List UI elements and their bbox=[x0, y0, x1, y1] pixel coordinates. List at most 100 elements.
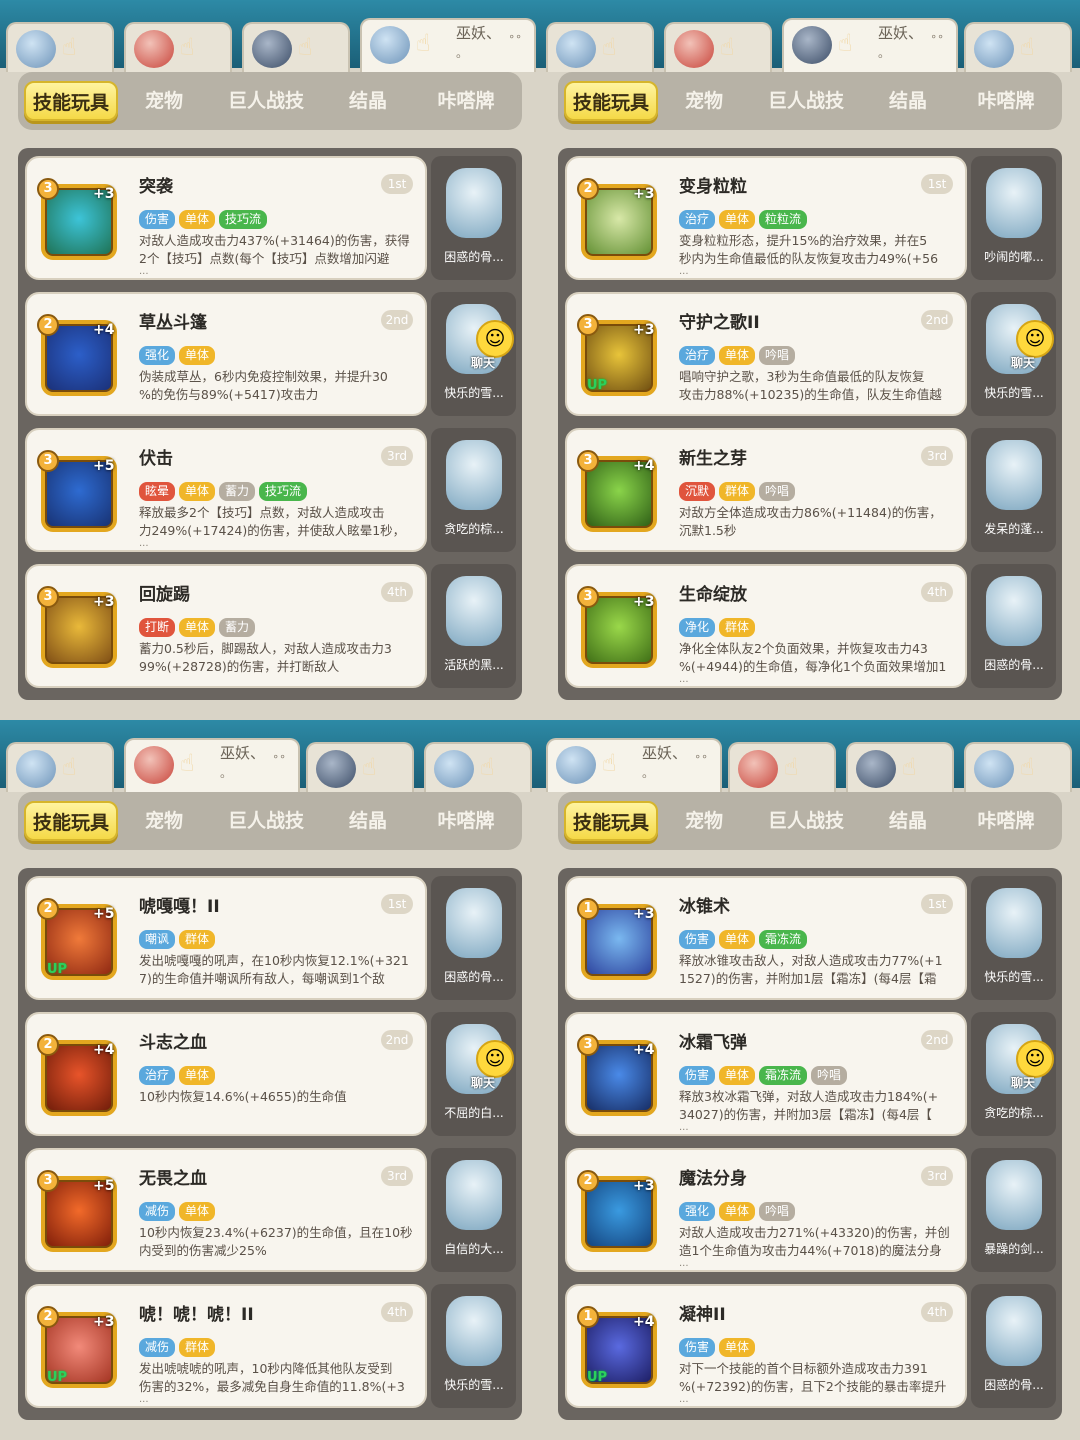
chat-emoji-icon[interactable]: ☺ bbox=[1016, 1040, 1054, 1078]
description-line: 净化全体队友2个负面效果，并恢复攻击力43 bbox=[679, 641, 928, 656]
description-line: 释放冰锥攻击敌人，对敌人造成攻击力77%(+1 bbox=[679, 953, 943, 968]
skill-card[interactable]: 2 +3 UP 唬！唬！唬！II 4th 减伤 群体 发出唬唬唬的吼声，10秒内降低其他队友受… bbox=[25, 1284, 427, 1408]
skill-card[interactable]: 3 +5 无畏之血 3rd 减伤 单体 10秒内恢复23.4%(+6237)的生命值，且在1… bbox=[25, 1148, 427, 1272]
character-tab[interactable]: ☝ bbox=[728, 742, 836, 792]
pet-image bbox=[986, 440, 1042, 510]
pet-slot[interactable]: 吵闹的嘟... bbox=[971, 156, 1056, 280]
skill-panel: ☝ 巫妖、。 ∘∘ ☝ ☝ ☝ 技能玩具 宠物 巨人战技 结晶 咔嗒牌 1 +3 冰锥术 1st 伤害 单体 霜冻… bbox=[540, 720, 1080, 1440]
pet-slot[interactable]: 快乐的雪... ☺ 聊天 bbox=[431, 292, 516, 416]
description-line: 10秒内恢复14.6%(+4655)的生命值 bbox=[139, 1089, 347, 1104]
character-tab[interactable]: ☝ bbox=[124, 22, 232, 72]
skill-card[interactable]: 3 +4 新生之芽 3rd 沉默 群体 吟唱 对敌方全体造成攻击力86%(+11484)的伤害… bbox=[565, 428, 967, 552]
character-tab[interactable]: ☝ bbox=[964, 22, 1072, 72]
pet-slot[interactable]: 贪吃的棕... ☺ 聊天 bbox=[971, 1012, 1056, 1136]
skill-tag: 强化 bbox=[139, 346, 176, 365]
chat-emoji-icon[interactable]: ☺ bbox=[476, 1040, 514, 1078]
description-line: 唱响守护之歌，3秒为生命值最低的队友恢复 bbox=[679, 369, 925, 384]
menu-tab[interactable]: 技能玩具 bbox=[24, 801, 118, 841]
skill-card[interactable]: 2 +4 草丛斗篷 2nd 强化 单体 伪装成草丛，6秒内免疫控制效果，并提升30 %的免伤与… bbox=[25, 292, 427, 416]
skill-tag: 单体 bbox=[179, 618, 216, 637]
pet-slot[interactable]: 困惑的骨... bbox=[971, 564, 1056, 688]
skill-card[interactable]: 3 +3 突袭 1st 伤害 单体 技巧流 对敌人造成攻击力437%(+31464)的伤害，获… bbox=[25, 156, 427, 280]
description-line: 10秒内恢复23.4%(+6237)的生命值，且在10秒 bbox=[139, 1225, 413, 1240]
menu-tab[interactable]: 技能玩具 bbox=[564, 801, 658, 841]
tap-hand-icon: ☝ bbox=[416, 29, 431, 57]
chat-label: 聊天 bbox=[1011, 356, 1036, 370]
pet-slot[interactable]: 困惑的骨... bbox=[971, 1284, 1056, 1408]
menu-tab[interactable]: 技能玩具 bbox=[24, 81, 118, 121]
description-line: 1527)的伤害，并附加1层【霜冻】(每4层【霜 bbox=[679, 971, 937, 986]
character-tab[interactable]: ☝ bbox=[242, 22, 350, 72]
character-sub: 。 bbox=[642, 766, 655, 780]
skill-description: 发出唬嘎嘎的吼声，在10秒内恢复12.1%(+321 7)的生命值并嘲讽所有敌人，… bbox=[139, 952, 419, 988]
skill-tags: 打断 单体 蓄力 bbox=[139, 616, 259, 637]
menu-tab[interactable]: 技能玩具 bbox=[564, 81, 658, 121]
menu-tab[interactable]: 咔嗒牌 bbox=[958, 81, 1054, 121]
skill-card[interactable]: 3 +3 生命绽放 4th 净化 群体 净化全体队友2个负面效果，并恢复攻击力43 %(+49… bbox=[565, 564, 967, 688]
pet-slot[interactable]: 发呆的蓬... bbox=[971, 428, 1056, 552]
skill-card[interactable]: 3 +4 冰霜飞弹 2nd 伤害 单体 霜冻流 吟唱 释放3枚冰霜飞弹，对敌人造成攻击力184%… bbox=[565, 1012, 967, 1136]
menu-tab[interactable]: 宠物 bbox=[664, 81, 744, 121]
character-tab[interactable]: ☝ 巫妖、。 ∘∘ bbox=[782, 18, 958, 72]
pet-slot[interactable]: 不屈的白... ☺ 聊天 bbox=[431, 1012, 516, 1136]
skill-card[interactable]: 2 +4 斗志之血 2nd 治疗 单体 10秒内恢复14.6%(+4655)的生命值 bbox=[25, 1012, 427, 1136]
character-tab[interactable]: ☝ bbox=[306, 742, 414, 792]
skill-rank: 4th bbox=[921, 582, 953, 602]
menu-tab[interactable]: 宠物 bbox=[124, 801, 204, 841]
skill-card[interactable]: 1 +3 冰锥术 1st 伤害 单体 霜冻流 释放冰锥攻击敌人，对敌人造成攻击力77%(+1 1… bbox=[565, 876, 967, 1000]
menu-tab[interactable]: 巨人战技 bbox=[754, 81, 858, 121]
pet-slot[interactable]: 快乐的雪... bbox=[971, 876, 1056, 1000]
menu-tab[interactable]: 结晶 bbox=[868, 81, 948, 121]
character-tab[interactable]: ☝ bbox=[6, 22, 114, 72]
pet-slot[interactable]: 暴躁的剑... bbox=[971, 1148, 1056, 1272]
character-tab[interactable]: ☝ bbox=[546, 22, 654, 72]
character-tab[interactable]: ☝ bbox=[6, 742, 114, 792]
menu-tab[interactable]: 结晶 bbox=[328, 801, 408, 841]
skill-card[interactable]: 2 +3 变身粒粒 1st 治疗 单体 粒粒流 变身粒粒形态，提升15%的治疗效果，并在5 秒内… bbox=[565, 156, 967, 280]
pet-slot[interactable]: 活跃的黑... bbox=[431, 564, 516, 688]
description-line: 对敌人造成攻击力437%(+31464)的伤害，获得 bbox=[139, 233, 410, 248]
tap-hand-icon: ☝ bbox=[1020, 753, 1035, 781]
character-tab[interactable]: ☝ bbox=[664, 22, 772, 72]
character-tab[interactable]: ☝ bbox=[424, 742, 532, 792]
skill-level-badge: 1 bbox=[577, 898, 599, 920]
pet-slot[interactable]: 困惑的骨... bbox=[431, 156, 516, 280]
menu-tab[interactable]: 宠物 bbox=[124, 81, 204, 121]
skill-level-badge: 3 bbox=[577, 314, 599, 336]
skill-card[interactable]: 2 +5 UP 唬嘎嘎！II 1st 嘲讽 群体 发出唬嘎嘎的吼声，在10秒内恢复12.1%(… bbox=[25, 876, 427, 1000]
skill-card[interactable]: 3 +5 伏击 3rd 眩晕 单体 蓄力 技巧流 释放最多2个【技巧】点数，对敌人造成攻击 力24… bbox=[25, 428, 427, 552]
skill-description: 净化全体队友2个负面效果，并恢复攻击力43 %(+4944)的生命值，每净化1个负… bbox=[679, 640, 959, 676]
character-tab[interactable]: ☝ 巫妖、。 ∘∘ bbox=[546, 738, 722, 792]
menu-tab[interactable]: 巨人战技 bbox=[214, 81, 318, 121]
pet-slot[interactable]: 自信的大... bbox=[431, 1148, 516, 1272]
description-line: 内受到的伤害减少25% bbox=[139, 1243, 267, 1258]
pet-slot[interactable]: 快乐的雪... ☺ 聊天 bbox=[971, 292, 1056, 416]
pet-slot[interactable]: 困惑的骨... bbox=[431, 876, 516, 1000]
skill-card[interactable]: 3 +3 UP 守护之歌II 2nd 治疗 单体 吟唱 唱响守护之歌，3秒为生命值最低的队友恢复… bbox=[565, 292, 967, 416]
pet-name: 困惑的骨... bbox=[444, 970, 504, 984]
character-tab[interactable]: ☝ bbox=[846, 742, 954, 792]
chat-emoji-icon[interactable]: ☺ bbox=[476, 320, 514, 358]
menu-tab[interactable]: 咔嗒牌 bbox=[418, 801, 514, 841]
pet-slot[interactable]: 贪吃的棕... bbox=[431, 428, 516, 552]
skill-tags: 治疗 单体 粒粒流 bbox=[679, 208, 811, 229]
skill-level-badge: 3 bbox=[37, 450, 59, 472]
menu-tab[interactable]: 巨人战技 bbox=[214, 801, 318, 841]
menu-tab[interactable]: 咔嗒牌 bbox=[418, 81, 514, 121]
skill-card[interactable]: 2 +3 魔法分身 3rd 强化 单体 吟唱 对敌人造成攻击力271%(+43320)的伤害，… bbox=[565, 1148, 967, 1272]
skill-card[interactable]: 3 +3 回旋踢 4th 打断 单体 蓄力 蓄力0.5秒后，脚踢敌人，对敌人造成攻击力3 99%… bbox=[25, 564, 427, 688]
menu-tab[interactable]: 结晶 bbox=[328, 81, 408, 121]
character-tab[interactable]: ☝ bbox=[964, 742, 1072, 792]
menu-tab[interactable]: 巨人战技 bbox=[754, 801, 858, 841]
menu-tab[interactable]: 结晶 bbox=[868, 801, 948, 841]
character-tab[interactable]: ☝ 巫妖、。 ∘∘ bbox=[124, 738, 300, 792]
menu-tab[interactable]: 宠物 bbox=[664, 801, 744, 841]
chat-emoji-icon[interactable]: ☺ bbox=[1016, 320, 1054, 358]
pet-slot[interactable]: 快乐的雪... bbox=[431, 1284, 516, 1408]
character-tab[interactable]: ☝ 巫妖、。 ∘∘ bbox=[360, 18, 536, 72]
skill-card[interactable]: 1 +4 UP 凝神II 4th 伤害 单体 对下一个技能的首个目标额外造成攻击力391 %(+… bbox=[565, 1284, 967, 1408]
skill-tag: 群体 bbox=[719, 482, 756, 501]
skill-plus: +3 bbox=[93, 186, 115, 202]
skill-tag: 嘲讽 bbox=[139, 930, 176, 949]
menu-tab[interactable]: 咔嗒牌 bbox=[958, 801, 1054, 841]
